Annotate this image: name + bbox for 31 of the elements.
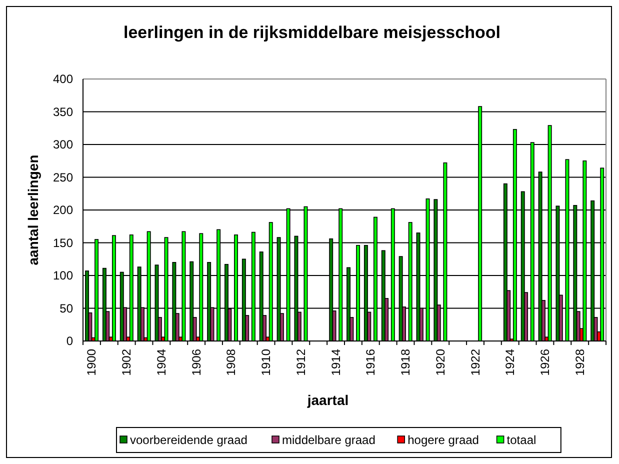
legend-label: hogere graad	[408, 433, 479, 447]
x-tick-label: 1924	[503, 349, 518, 376]
x-tick-label: 1904	[154, 349, 168, 376]
y-tick-label: 250	[52, 170, 73, 184]
x-tick-label: 1918	[398, 349, 413, 376]
y-tick-label: 100	[52, 268, 73, 282]
x-tick-label: 1920	[433, 349, 448, 376]
legend-label: middelbare graad	[282, 433, 376, 447]
x-tick-label: 1926	[538, 349, 552, 376]
x-tick-label: 1912	[294, 349, 308, 376]
y-tick-label: 350	[52, 104, 73, 119]
x-tick-label: 1902	[120, 349, 134, 376]
x-tick-label: 1908	[224, 349, 238, 376]
y-tick-label: 200	[52, 203, 73, 217]
x-tick-label: 1910	[259, 349, 274, 376]
x-axis-title: jaartal	[307, 392, 349, 408]
x-tick-label: 1928	[572, 349, 587, 376]
x-tick-label: 1906	[189, 349, 204, 376]
y-tick-label: 150	[52, 236, 73, 250]
y-tick-label: 0	[66, 334, 73, 348]
x-tick-label: 1916	[364, 349, 378, 376]
y-tick-label: 50	[60, 301, 73, 316]
y-tick-label: 400	[52, 72, 73, 86]
legend-label: totaal	[506, 433, 536, 447]
x-tick-label: 1914	[328, 349, 343, 376]
chart-title: leerlingen in de rijksmiddelbare meisjesschool	[124, 23, 500, 42]
x-tick-label: 1922	[468, 349, 482, 376]
x-tick-label: 1900	[84, 349, 99, 376]
legend-label: voorbereidende graad	[130, 433, 248, 447]
y-axis-title: aantal leerlingen	[25, 154, 41, 266]
y-tick-label: 300	[52, 138, 73, 152]
